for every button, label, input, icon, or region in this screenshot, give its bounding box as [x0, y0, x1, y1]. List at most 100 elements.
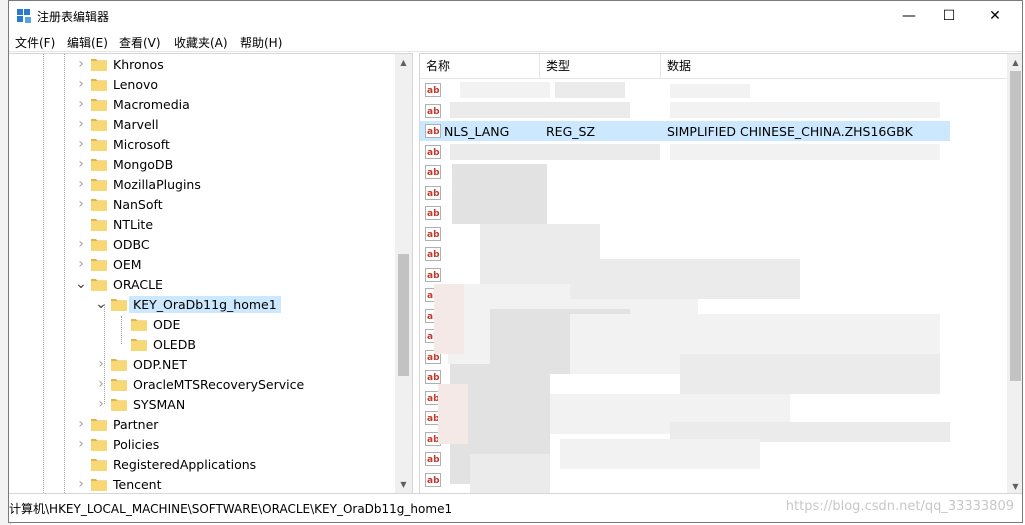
chevron-right-icon[interactable]: › [75, 156, 87, 172]
string-value-icon: ab [425, 103, 441, 118]
tree-item[interactable]: NTLite [75, 214, 153, 234]
chevron-right-icon[interactable]: › [75, 416, 87, 432]
tree-item[interactable]: › Marvell [75, 114, 158, 134]
string-value-icon: ab [425, 124, 441, 138]
menu-edit[interactable]: 编辑(E) [67, 34, 108, 51]
scroll-thumb[interactable] [398, 254, 409, 376]
svg-text:ab: ab [427, 250, 440, 260]
column-name[interactable]: 名称 [420, 54, 540, 78]
scroll-up-arrow-icon[interactable]: ▲ [1007, 54, 1022, 71]
watermark-text: https://blog.csdn.net/qq_33333809 [785, 499, 1014, 514]
string-value-icon: ab [425, 472, 441, 487]
status-bar: 计算机\HKEY_LOCAL_MACHINE\SOFTWARE\ORACLE\K… [9, 493, 1022, 522]
value-list-pane[interactable]: 名称 类型 数据 ab ab ab NLS_LANG REG_SZ SIMPLIFIED … [419, 53, 1022, 494]
chevron-right-icon[interactable]: › [75, 76, 87, 92]
tree-item[interactable]: › OracleMTSRecoveryService [95, 374, 304, 394]
folder-icon [91, 217, 107, 231]
tree-item-label: MozillaPlugins [113, 176, 201, 192]
chevron-right-icon[interactable]: › [75, 236, 87, 252]
key-tree-pane[interactable]: › Khronos › Lenovo › Macromedia › Marvell › Micro… [9, 53, 413, 494]
chevron-down-icon[interactable]: ⌄ [95, 296, 107, 312]
menu-view[interactable]: 查看(V) [119, 34, 161, 51]
tree-item-label: Microsoft [113, 136, 170, 152]
tree-item[interactable]: RegisteredApplications [75, 454, 256, 474]
tree-item-label: Macromedia [113, 96, 190, 112]
folder-icon [91, 257, 107, 271]
tree-item[interactable]: ⌄ ORACLE [75, 274, 163, 294]
string-value-icon: ab [425, 144, 441, 159]
tree-item-label: Tencent [113, 476, 162, 492]
menu-favorites[interactable]: 收藏夹(A) [174, 34, 228, 51]
close-button[interactable]: ✕ [972, 1, 1018, 31]
folder-icon [111, 397, 127, 411]
string-value-icon: ab [425, 226, 441, 241]
tree-item[interactable]: OLEDB [115, 334, 196, 354]
tree-item[interactable]: › MongoDB [75, 154, 173, 174]
tree-item[interactable]: › NanSoft [75, 194, 163, 214]
chevron-right-icon[interactable]: › [75, 56, 87, 72]
chevron-right-icon[interactable]: › [95, 376, 107, 392]
tree-item[interactable]: › SYSMAN [95, 394, 185, 414]
tree-item[interactable]: › Macromedia [75, 94, 190, 114]
tree-item[interactable]: › ODBC [75, 234, 149, 254]
chevron-right-icon[interactable]: › [75, 176, 87, 192]
scroll-thumb[interactable] [1010, 71, 1021, 381]
tree-item[interactable]: › Microsoft [75, 134, 170, 154]
folder-icon [91, 137, 107, 151]
folder-icon [91, 97, 107, 111]
tree-item[interactable]: › MozillaPlugins [75, 174, 201, 194]
maximize-button[interactable]: ☐ [926, 1, 972, 31]
chevron-down-icon[interactable]: ⌄ [75, 276, 87, 292]
chevron-right-icon[interactable]: › [75, 136, 87, 152]
registry-editor-icon [17, 9, 31, 23]
folder-icon [111, 297, 127, 311]
svg-text:ab: ab [427, 353, 440, 363]
svg-text:ab: ab [427, 271, 440, 281]
tree-item-label: ODP.NET [133, 356, 187, 372]
menu-file[interactable]: 文件(F) [15, 34, 55, 51]
tree-item[interactable]: ODE [115, 314, 180, 334]
column-data[interactable]: 数据 [661, 54, 1008, 78]
string-value-icon: ab [425, 83, 441, 97]
tree-vertical-scrollbar[interactable]: ▲ ▼ [395, 54, 412, 493]
tree-item-label: Policies [113, 436, 160, 452]
tree-item[interactable]: › ODP.NET [95, 354, 187, 374]
chevron-right-icon[interactable]: › [75, 96, 87, 112]
tree-item[interactable]: › Partner [75, 414, 158, 434]
tree-item[interactable]: ⌄ KEY_OraDb11g_home1 [95, 294, 281, 314]
folder-icon [111, 357, 127, 371]
chevron-right-icon[interactable]: › [95, 396, 107, 412]
folder-icon [91, 237, 107, 251]
close-icon: ✕ [989, 8, 1001, 24]
scroll-up-arrow-icon[interactable]: ▲ [395, 54, 412, 71]
tree-item[interactable]: › Tencent [75, 474, 162, 493]
tree-item-label: OLEDB [153, 336, 196, 352]
chevron-right-icon[interactable]: › [75, 196, 87, 212]
svg-text:ab: ab [427, 476, 440, 486]
menu-help[interactable]: 帮助(H) [240, 34, 282, 51]
tree-item[interactable]: › Lenovo [75, 74, 158, 94]
chevron-right-icon[interactable]: › [75, 256, 87, 272]
folder-icon [91, 277, 107, 291]
list-vertical-scrollbar[interactable]: ▲ ▼ [1007, 54, 1022, 493]
tree-item[interactable]: › OEM [75, 254, 141, 274]
string-value-icon: ab [425, 247, 441, 261]
scroll-down-arrow-icon[interactable]: ▼ [1007, 478, 1022, 493]
scroll-down-arrow-icon[interactable]: ▼ [395, 476, 412, 493]
chevron-right-icon[interactable]: › [75, 436, 87, 452]
list-item[interactable]: ab NLS_LANG REG_SZ SIMPLIFIED CHINESE_CHINA… [420, 121, 950, 141]
column-type[interactable]: 类型 [540, 54, 661, 78]
svg-text:ab: ab [427, 455, 440, 465]
string-value-icon: ab [425, 452, 441, 466]
tree-item-label: NanSoft [113, 196, 163, 212]
svg-text:ab: ab [427, 127, 440, 137]
chevron-right-icon[interactable]: › [75, 476, 87, 492]
tree-item[interactable]: › Khronos [75, 54, 164, 74]
folder-icon [111, 377, 127, 391]
tree-item[interactable]: › Policies [75, 434, 159, 454]
value-data: SIMPLIFIED CHINESE_CHINA.ZHS16GBK [667, 124, 913, 139]
chevron-right-icon[interactable]: › [75, 116, 87, 132]
chevron-right-icon[interactable]: › [95, 356, 107, 372]
